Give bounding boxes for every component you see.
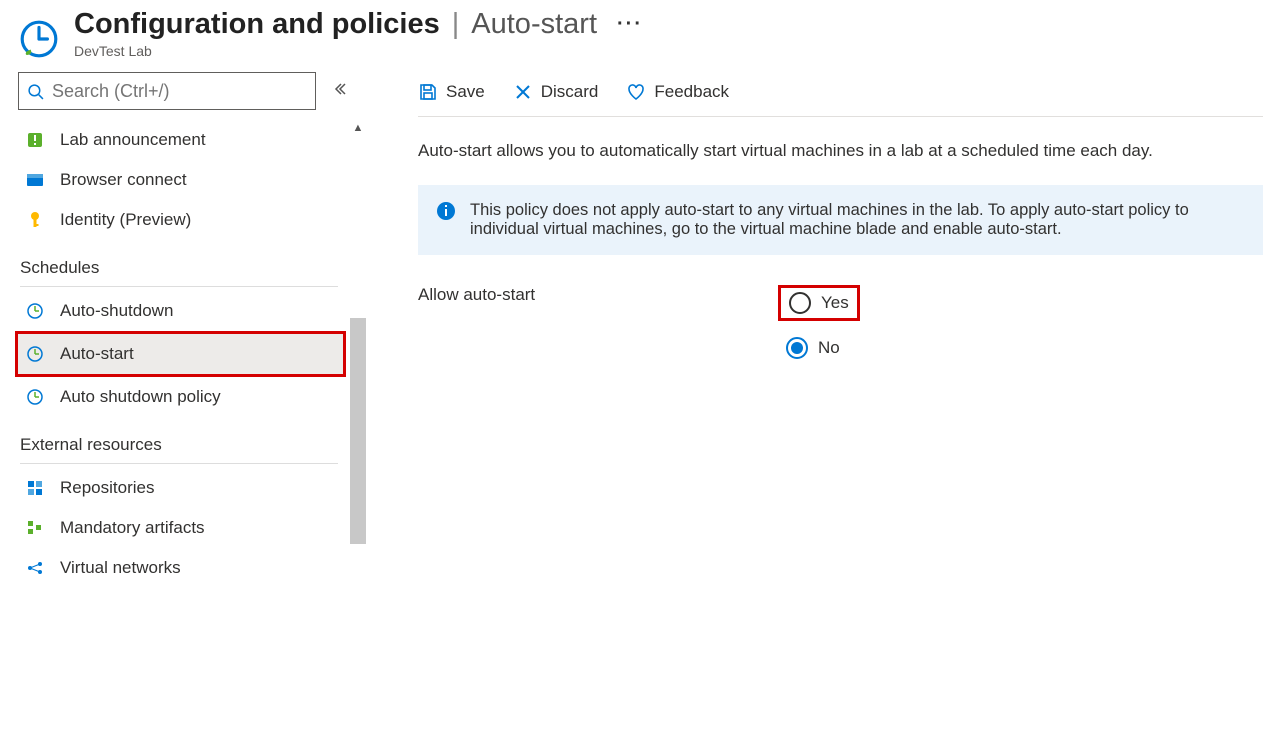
info-banner: This policy does not apply auto-start to… <box>418 185 1263 255</box>
heart-icon <box>626 82 646 102</box>
toolbar: Save Discard Feedback <box>418 72 1263 117</box>
info-icon <box>436 201 456 221</box>
sidebar-item-auto-shutdown[interactable]: Auto-shutdown <box>18 291 346 331</box>
page-header: Configuration and policies | Auto-start … <box>0 0 1263 72</box>
section-header-schedules: Schedules <box>18 240 346 284</box>
divider <box>20 286 338 287</box>
sidebar-item-identity[interactable]: Identity (Preview) <box>18 200 346 240</box>
description-text: Auto-start allows you to automatically s… <box>418 141 1263 161</box>
radio-label: No <box>818 338 840 358</box>
title-sub: Auto-start <box>471 8 597 41</box>
clock-icon <box>26 345 44 363</box>
sidebar-item-browser-connect[interactable]: Browser connect <box>18 160 346 200</box>
sidebar: Lab announcement Browser connect Identit… <box>0 72 370 588</box>
key-icon <box>26 211 44 229</box>
sidebar-item-virtual-networks[interactable]: Virtual networks <box>18 548 346 588</box>
radio-circle <box>789 292 811 314</box>
radio-yes[interactable]: Yes <box>778 285 860 321</box>
scrollbar[interactable]: ▲ <box>350 120 366 588</box>
toolbar-label: Feedback <box>654 82 729 102</box>
radio-no[interactable]: No <box>778 333 860 363</box>
resource-type: DevTest Lab <box>74 43 1245 59</box>
content-pane: Save Discard Feedback Auto-start allows … <box>370 72 1263 588</box>
more-icon[interactable]: ··· <box>617 13 643 36</box>
sidebar-item-label: Mandatory artifacts <box>60 518 205 538</box>
close-icon <box>513 82 533 102</box>
clock-icon <box>26 302 44 320</box>
feedback-button[interactable]: Feedback <box>626 82 729 102</box>
page-title: Configuration and policies | Auto-start … <box>74 8 1245 41</box>
divider <box>20 463 338 464</box>
save-button[interactable]: Save <box>418 82 485 102</box>
browser-icon <box>26 171 44 189</box>
info-text: This policy does not apply auto-start to… <box>470 201 1245 239</box>
title-separator: | <box>452 8 460 41</box>
network-icon <box>26 559 44 577</box>
sidebar-item-repositories[interactable]: Repositories <box>18 468 346 508</box>
sidebar-item-mandatory-artifacts[interactable]: Mandatory artifacts <box>18 508 346 548</box>
scroll-thumb[interactable] <box>350 318 366 544</box>
radio-label: Yes <box>821 293 849 313</box>
clock-icon <box>26 388 44 406</box>
sidebar-item-label: Repositories <box>60 478 155 498</box>
resource-icon <box>18 18 60 60</box>
sidebar-item-lab-announcement[interactable]: Lab announcement <box>18 120 346 160</box>
sidebar-item-label: Identity (Preview) <box>60 210 191 230</box>
sidebar-item-label: Auto-start <box>60 344 134 364</box>
sidebar-item-auto-shutdown-policy[interactable]: Auto shutdown policy <box>18 377 346 417</box>
form-label: Allow auto-start <box>418 285 778 305</box>
sidebar-item-label: Browser connect <box>60 170 187 190</box>
discard-button[interactable]: Discard <box>513 82 599 102</box>
artifacts-icon <box>26 519 44 537</box>
sidebar-item-label: Auto-shutdown <box>60 301 173 321</box>
announcement-icon <box>26 131 44 149</box>
search-input-container[interactable] <box>18 72 316 110</box>
scroll-up-icon[interactable]: ▲ <box>350 120 366 136</box>
search-input[interactable] <box>52 81 307 102</box>
repo-icon <box>26 479 44 497</box>
section-header-external: External resources <box>18 417 346 461</box>
radio-group-allow-autostart: Yes No <box>778 285 860 363</box>
title-main: Configuration and policies <box>74 8 440 41</box>
save-icon <box>418 82 438 102</box>
sidebar-item-auto-start[interactable]: Auto-start <box>18 334 343 374</box>
form-row-allow-autostart: Allow auto-start Yes No <box>418 285 1263 363</box>
collapse-sidebar-button[interactable] <box>328 77 352 106</box>
toolbar-label: Discard <box>541 82 599 102</box>
sidebar-item-label: Auto shutdown policy <box>60 387 221 407</box>
toolbar-label: Save <box>446 82 485 102</box>
radio-circle-selected <box>786 337 808 359</box>
search-icon <box>27 83 44 100</box>
sidebar-item-label: Lab announcement <box>60 130 206 150</box>
sidebar-item-label: Virtual networks <box>60 558 181 578</box>
